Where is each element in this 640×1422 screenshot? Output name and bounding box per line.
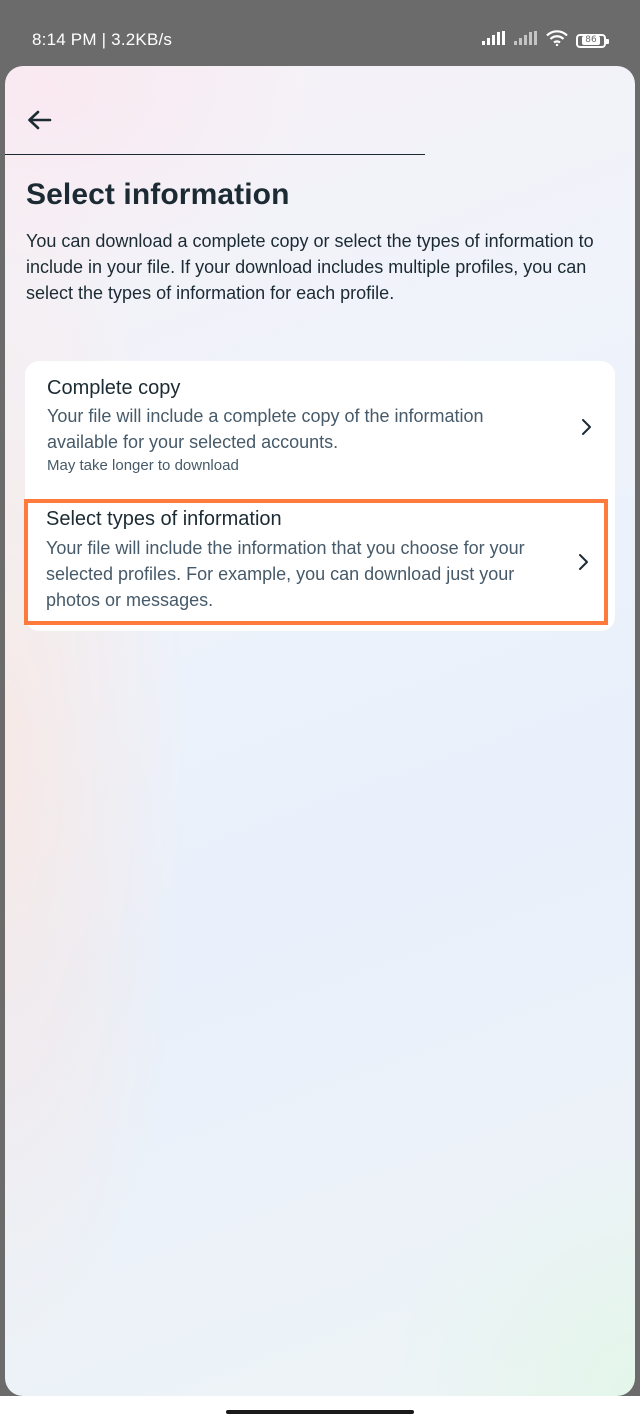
wifi-icon <box>546 30 568 51</box>
chevron-right-icon <box>577 417 597 437</box>
signal-secondary-icon <box>514 31 538 50</box>
back-button[interactable] <box>21 104 57 140</box>
option-title: Select types of information <box>46 508 282 530</box>
arrow-left-icon <box>26 109 52 136</box>
header-divider <box>5 154 425 155</box>
option-select-types[interactable]: Select types of information Your file wi… <box>24 499 608 625</box>
option-complete-copy[interactable]: Complete copy Your file will include a c… <box>25 361 615 495</box>
battery-level: 86 <box>582 36 600 45</box>
status-bar: 8:14 PM | 3.2KB/s 86 <box>0 0 640 66</box>
option-title: Complete copy <box>47 377 181 399</box>
bottom-sheet: Select information You can download a co… <box>5 66 635 1396</box>
option-description: Your file will include a complete copy o… <box>47 406 484 452</box>
chevron-right-icon <box>574 552 594 572</box>
system-nav-bar <box>0 1396 640 1422</box>
page-title: Select information <box>26 178 290 211</box>
battery-icon: 86 <box>576 33 609 48</box>
status-icons: 86 <box>482 30 609 51</box>
download-options-card: Complete copy Your file will include a c… <box>24 361 615 631</box>
page-description: You can download a complete copy or sele… <box>26 231 594 303</box>
option-note: May take longer to download <box>47 457 239 474</box>
option-description: Your file will include the information t… <box>46 538 525 610</box>
home-indicator[interactable] <box>226 1410 414 1414</box>
status-time: 8:14 PM | 3.2KB/s <box>32 30 173 49</box>
signal-icon <box>482 31 506 50</box>
